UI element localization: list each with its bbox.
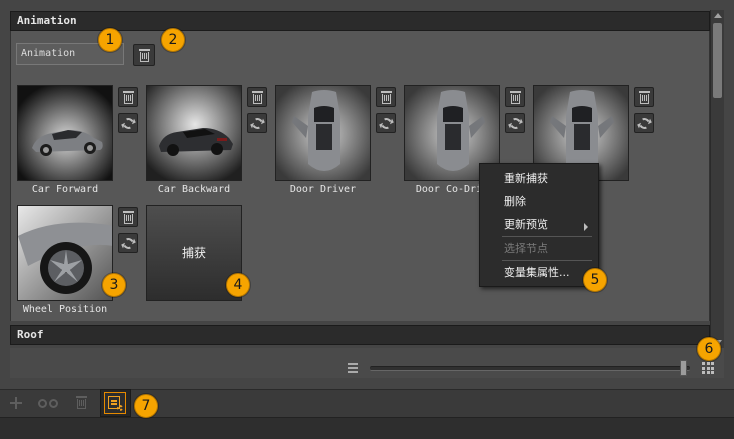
menu-item-variant-set-properties[interactable]: 变量集属性... — [504, 264, 570, 282]
refresh-icon — [378, 115, 394, 131]
variant-sets-editor: Animation Animation Car Forward Car Back… — [0, 0, 734, 439]
recapture-snapshot-button[interactable] — [505, 113, 525, 133]
refresh-icon — [507, 115, 523, 131]
scroll-thumb[interactable] — [713, 23, 722, 98]
callout-badge: 3 — [102, 273, 126, 297]
section-title: Roof — [17, 328, 44, 341]
callout-badge: 7 — [134, 394, 158, 418]
delete-snapshot-button[interactable] — [118, 87, 138, 107]
delete-snapshot-button[interactable] — [247, 87, 267, 107]
thumbnail-size-bar — [10, 348, 724, 378]
callout-badge: 2 — [161, 28, 185, 52]
submenu-arrow-icon — [584, 223, 588, 231]
trash-icon — [380, 90, 392, 104]
toolbar-delete-button[interactable] — [75, 396, 87, 410]
snapshot-thumbnail-door-driver[interactable] — [275, 85, 371, 181]
variant-set-name-value: Animation — [21, 48, 76, 59]
car-top-door-driver-open-icon — [276, 86, 370, 180]
car-rear-three-quarter-icon — [147, 86, 241, 180]
status-bar — [0, 417, 734, 439]
refresh-icon — [120, 235, 136, 251]
menu-separator — [502, 260, 592, 261]
snapshot-thumbnail-wheel-position[interactable] — [17, 205, 113, 301]
menu-separator — [502, 236, 592, 237]
recapture-snapshot-button[interactable] — [247, 113, 267, 133]
capture-button-label: 捕获 — [181, 246, 206, 260]
delete-snapshot-button[interactable] — [505, 87, 525, 107]
gear-icon — [117, 405, 123, 411]
refresh-icon — [120, 115, 136, 131]
trash-icon — [122, 90, 134, 104]
callout-badge: 4 — [226, 273, 250, 297]
recapture-snapshot-button[interactable] — [376, 113, 396, 133]
menu-item-delete[interactable]: 删除 — [504, 193, 526, 211]
snapshot-thumbnail-car-backward[interactable] — [146, 85, 242, 181]
snapshot-thumbnail-car-forward[interactable] — [17, 85, 113, 181]
refresh-icon — [249, 115, 265, 131]
delete-snapshot-button[interactable] — [634, 87, 654, 107]
section-header-animation[interactable]: Animation — [10, 11, 710, 31]
callout-badge: 6 — [697, 337, 721, 361]
thumbnail-size-slider-handle[interactable] — [679, 360, 687, 376]
variant-set-editor-button[interactable] — [104, 392, 126, 414]
snapshot-label: Car Forward — [31, 184, 99, 195]
add-icon[interactable] — [10, 397, 22, 409]
callout-badge: 1 — [98, 28, 122, 52]
trash-icon — [638, 90, 650, 104]
context-menu[interactable]: 重新捕获 删除 更新预览 选择节点 变量集属性... — [479, 163, 599, 287]
scroll-up-arrow-icon[interactable] — [714, 13, 722, 18]
delete-snapshot-button[interactable] — [118, 207, 138, 227]
snapshot-label: Car Backward — [157, 184, 231, 195]
list-view-icon[interactable] — [348, 363, 358, 373]
refresh-icon — [636, 115, 652, 131]
vertical-scrollbar[interactable] — [710, 10, 724, 348]
menu-item-select-node: 选择节点 — [504, 242, 548, 255]
menu-item-update-preview[interactable]: 更新预览 — [504, 216, 548, 234]
trash-icon — [122, 210, 134, 224]
delete-snapshot-button[interactable] — [376, 87, 396, 107]
menu-item-recapture[interactable]: 重新捕获 — [504, 170, 548, 188]
trash-icon — [251, 90, 263, 104]
trash-icon — [509, 90, 521, 104]
section-title: Animation — [17, 14, 77, 27]
car-front-three-quarter-icon — [18, 86, 112, 180]
grid-view-icon[interactable] — [702, 362, 714, 374]
link-icon[interactable] — [38, 399, 60, 409]
delete-variant-set-button[interactable] — [133, 44, 155, 66]
car-wheel-closeup-icon — [18, 206, 112, 300]
recapture-snapshot-button[interactable] — [634, 113, 654, 133]
callout-badge: 5 — [583, 268, 607, 292]
snapshot-label: Door Driver — [289, 184, 357, 195]
recapture-snapshot-button[interactable] — [118, 233, 138, 253]
recapture-snapshot-button[interactable] — [118, 113, 138, 133]
trash-icon — [75, 396, 87, 409]
snapshot-label: Wheel Position — [22, 304, 108, 315]
trash-icon — [138, 48, 150, 62]
thumbnail-size-slider[interactable] — [370, 366, 690, 371]
section-header-roof[interactable]: Roof — [10, 325, 710, 345]
